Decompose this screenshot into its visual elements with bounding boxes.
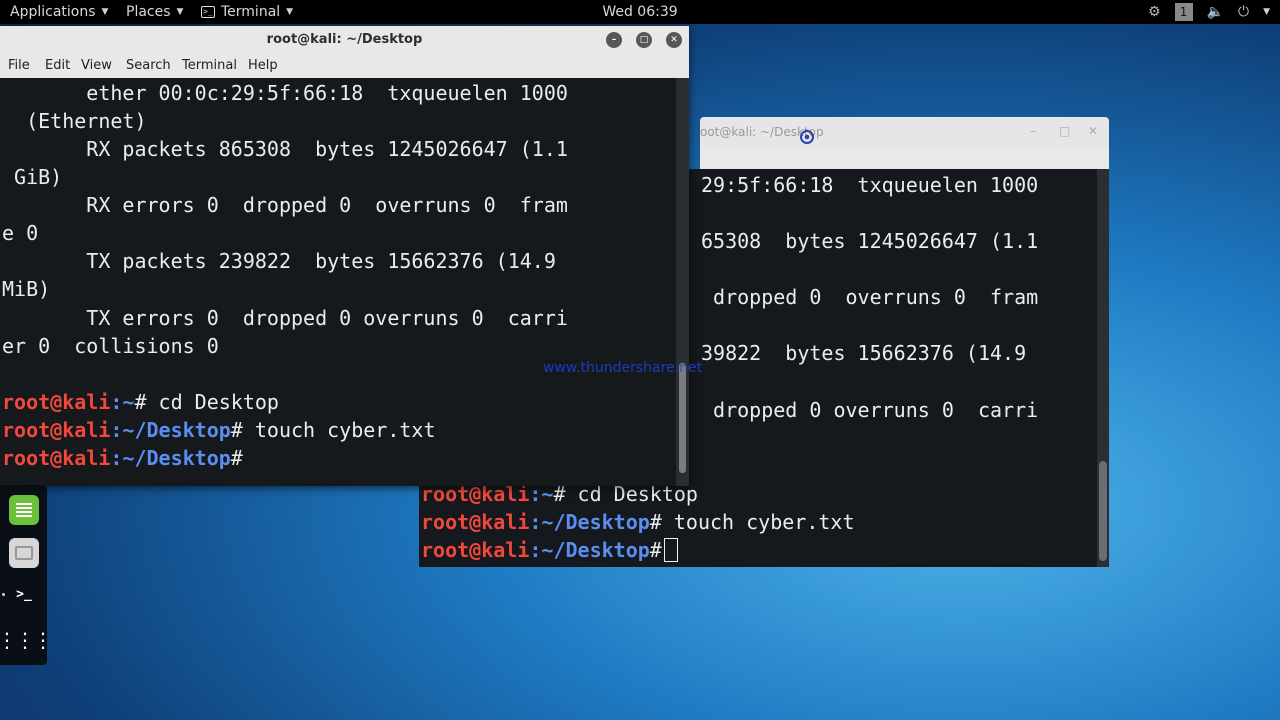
output-line: dropped 0 overruns 0 fram [701, 285, 1039, 309]
terminal-icon: >_ [201, 6, 215, 18]
menu-search[interactable]: Search [126, 58, 171, 73]
prompt-line[interactable]: root@kali:~/Desktop# [2, 444, 243, 472]
volume-icon[interactable]: 🔈 [1207, 4, 1224, 20]
prompt-line: root@kali:~/Desktop# touch cyber.txt [421, 510, 855, 534]
chevron-down-icon: ▼ [101, 7, 109, 17]
top-panel: Applications ▼ Places ▼ >_ Terminal ▼ We… [0, 0, 1280, 24]
prompt-line[interactable]: root@kali:~/Desktop# [421, 536, 678, 564]
menubar: File Edit View Search Terminal Help [0, 54, 689, 78]
output-line: TX packets 239822 bytes 15662376 (14.9 [2, 249, 556, 273]
running-indicator [2, 593, 5, 596]
workspace-indicator[interactable]: 1 [1174, 3, 1193, 21]
scrollbar-thumb[interactable] [679, 363, 686, 473]
window-titlebar[interactable]: oot@kali: ~/Desktop – □ ✕ [700, 117, 1109, 147]
show-apps-icon[interactable]: ⋮⋮⋮ [0, 625, 53, 655]
terminal-window-front[interactable]: root@kali: ~/Desktop – □ ✕ File Edit Vie… [0, 26, 689, 486]
places-label: Places [126, 4, 171, 20]
close-icon[interactable]: ✕ [1088, 124, 1098, 138]
menu-file[interactable]: File [8, 58, 30, 73]
menubar [700, 147, 1109, 169]
chevron-down-icon: ▼ [286, 7, 294, 17]
window-title: oot@kali: ~/Desktop [700, 125, 824, 139]
output-line: TX errors 0 dropped 0 overruns 0 carri [2, 306, 568, 330]
terminal-output[interactable]: ether 00:0c:29:5f:66:18 txqueuelen 1000 … [0, 78, 676, 486]
system-tray: ⚙ 1 🔈 ⏻ ▼ [1148, 0, 1270, 24]
network-icon[interactable]: ⚙ [1148, 4, 1161, 20]
terminal-app-icon[interactable]: >_ [9, 579, 39, 609]
minimize-icon[interactable]: – [1030, 124, 1036, 138]
output-line: ether 00:0c:29:5f:66:18 txqueuelen 1000 [2, 81, 568, 105]
terminal-label: Terminal [221, 4, 281, 20]
output-line: MiB) [2, 277, 51, 301]
minimize-icon[interactable]: – [606, 32, 622, 48]
window-titlebar[interactable]: root@kali: ~/Desktop – □ ✕ [0, 26, 689, 54]
applications-label: Applications [10, 4, 96, 20]
maximize-icon[interactable]: □ [636, 32, 652, 48]
menu-view[interactable]: View [81, 58, 112, 73]
terminal-app-menu[interactable]: >_ Terminal ▼ [201, 0, 293, 24]
output-line: GiB) [2, 165, 63, 189]
output-line: RX packets 865308 bytes 1245026647 (1.1 [2, 137, 568, 161]
menu-terminal[interactable]: Terminal [182, 58, 237, 73]
dock: >_ ⋮⋮⋮ [0, 485, 53, 665]
menu-edit[interactable]: Edit [45, 58, 70, 73]
clock[interactable]: Wed 06:39 [0, 0, 1280, 24]
notes-app-icon[interactable] [9, 495, 39, 525]
scrollbar-thumb[interactable] [1099, 461, 1107, 561]
scrollbar[interactable] [676, 78, 689, 486]
chevron-down-icon: ▼ [176, 7, 184, 17]
output-line: 29:5f:66:18 txqueuelen 1000 [701, 173, 1039, 197]
maximize-icon[interactable]: □ [1059, 124, 1070, 138]
close-icon[interactable]: ✕ [666, 32, 682, 48]
output-line: 65308 bytes 1245026647 (1.1 [701, 229, 1039, 253]
output-line: er 0 collisions 0 [2, 334, 219, 358]
window-title: root@kali: ~/Desktop [266, 32, 423, 47]
output-line: dropped 0 overruns 0 carri [701, 398, 1039, 422]
watermark: www.thundershare.net [543, 360, 703, 376]
power-icon[interactable]: ⏻ [1238, 4, 1249, 20]
output-line: e 0 [2, 221, 39, 245]
move-cursor-icon [800, 130, 814, 144]
output-line: (Ethernet) [2, 109, 147, 133]
output-line: 39822 bytes 15662376 (14.9 [701, 341, 1027, 365]
applications-menu[interactable]: Applications ▼ [10, 0, 108, 24]
files-app-icon[interactable] [9, 538, 39, 568]
scrollbar[interactable] [1097, 169, 1109, 567]
menu-help[interactable]: Help [248, 58, 278, 73]
prompt-line: root@kali:~# cd Desktop [2, 390, 279, 414]
prompt-line: root@kali:~/Desktop# touch cyber.txt [2, 418, 436, 442]
chevron-down-icon[interactable]: ▼ [1263, 7, 1270, 17]
output-line: RX errors 0 dropped 0 overruns 0 fram [2, 193, 568, 217]
places-menu[interactable]: Places ▼ [126, 0, 183, 24]
text-cursor [663, 538, 678, 562]
